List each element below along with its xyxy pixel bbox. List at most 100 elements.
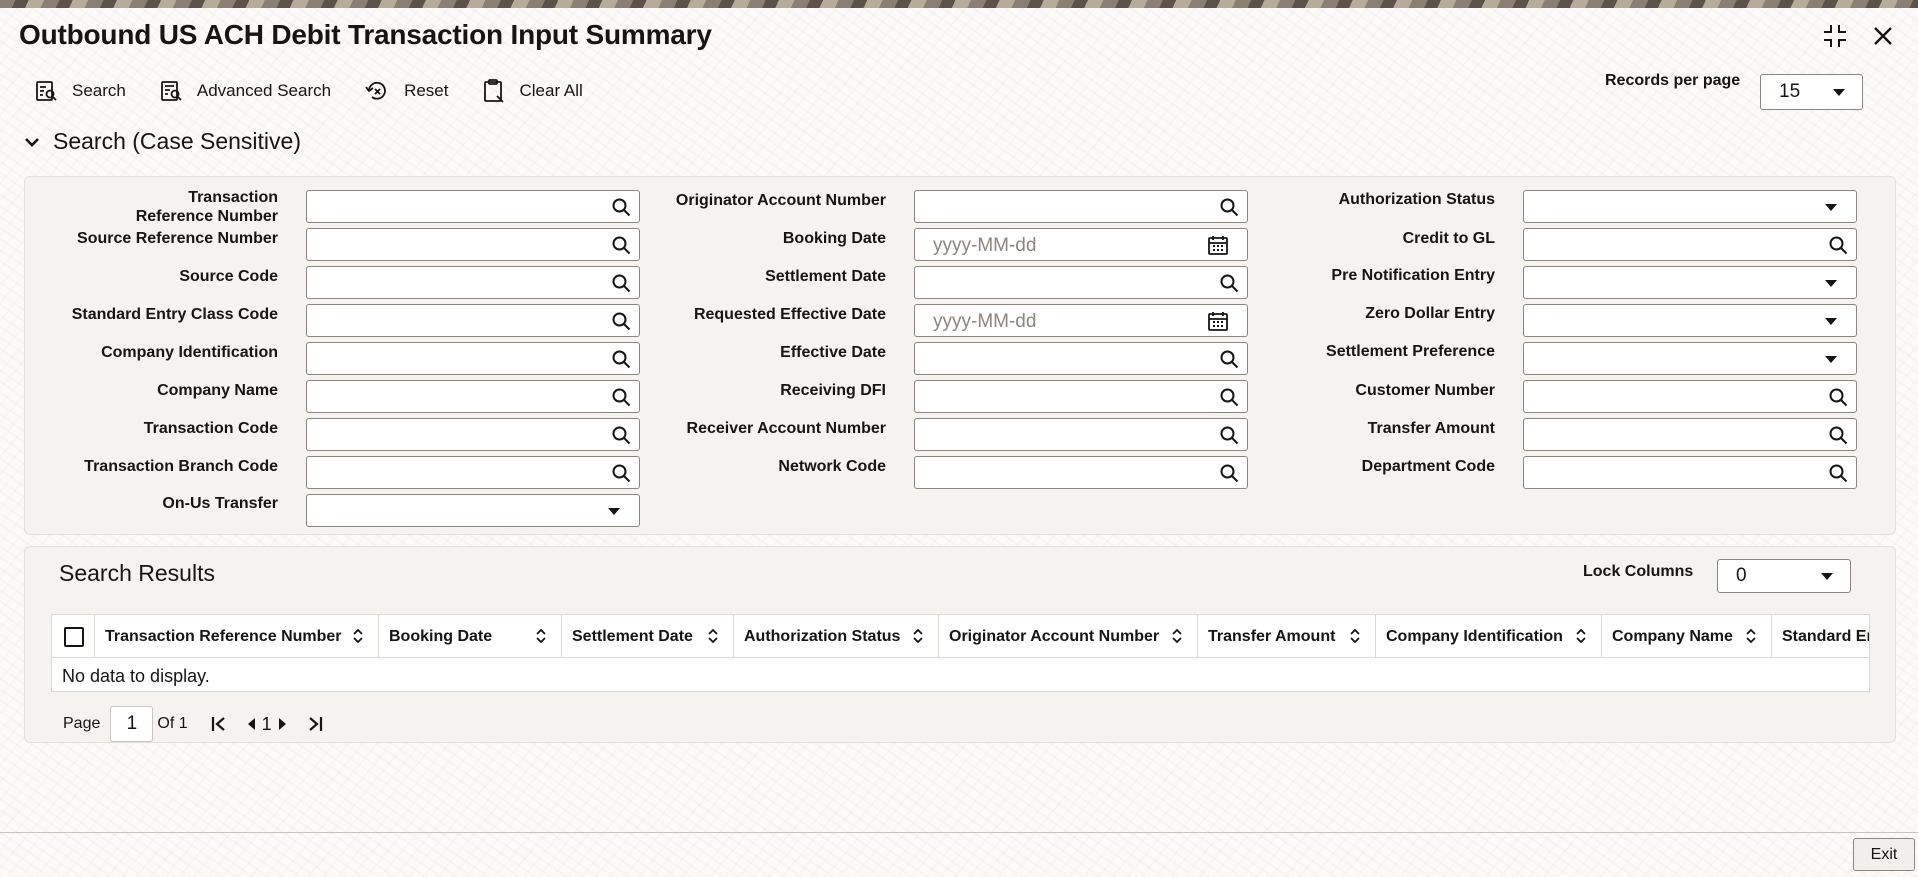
search-icon[interactable] xyxy=(611,311,631,336)
lock-columns-select[interactable]: 0 xyxy=(1717,559,1851,593)
search-icon[interactable] xyxy=(1219,387,1239,412)
originator-account-number-input[interactable] xyxy=(914,190,1248,223)
sort-icon[interactable] xyxy=(1575,628,1587,649)
search-icon[interactable] xyxy=(611,463,631,488)
sort-icon[interactable] xyxy=(1171,628,1183,649)
receiving-dfi-input[interactable] xyxy=(914,380,1248,413)
advanced-search-icon xyxy=(160,81,182,101)
search-icon[interactable] xyxy=(611,425,631,450)
standard-entry-class-code-input[interactable] xyxy=(306,304,640,337)
search-icon[interactable] xyxy=(1828,425,1848,450)
settlement-date-input[interactable] xyxy=(914,266,1248,299)
chevron-down-icon xyxy=(1825,280,1837,287)
search-icon[interactable] xyxy=(1828,235,1848,260)
close-icon[interactable] xyxy=(1868,20,1898,52)
company-identification-label: Company Identification xyxy=(101,344,278,361)
zero-dollar-entry-select[interactable] xyxy=(1523,304,1857,337)
current-page[interactable]: 1 xyxy=(262,714,272,735)
company-identification-input[interactable] xyxy=(306,342,640,375)
search-button[interactable]: Search xyxy=(34,76,126,106)
pre-notification-entry-label: Pre Notification Entry xyxy=(1331,267,1495,284)
search-icon[interactable] xyxy=(1219,349,1239,374)
settlement-date-label: Settlement Date xyxy=(765,268,886,285)
credit-to-gl-input[interactable] xyxy=(1523,228,1857,261)
sort-icon[interactable] xyxy=(1349,628,1361,649)
search-icon[interactable] xyxy=(1219,425,1239,450)
search-section-toggle[interactable]: Search (Case Sensitive) xyxy=(24,128,301,155)
column-header-company-identification[interactable]: Company Identification xyxy=(1376,615,1602,658)
records-per-page-value: 15 xyxy=(1779,81,1801,102)
network-code-input[interactable] xyxy=(914,456,1248,489)
previous-page-icon[interactable] xyxy=(246,717,256,731)
requested-effective-date-date-input[interactable]: yyyy-MM-dd xyxy=(914,304,1248,337)
reset-button[interactable]: Reset xyxy=(364,76,449,106)
authorization-status-label: Authorization Status xyxy=(1338,191,1495,208)
pre-notification-entry-select[interactable] xyxy=(1523,266,1857,299)
on-us-transfer-select[interactable] xyxy=(306,494,640,527)
search-icon[interactable] xyxy=(1219,197,1239,222)
exit-button[interactable]: Exit xyxy=(1853,838,1915,871)
transaction-branch-code-input[interactable] xyxy=(306,456,640,489)
column-header-company-name[interactable]: Company Name xyxy=(1602,615,1772,658)
receiver-account-number-input[interactable] xyxy=(914,418,1248,451)
search-results-title: Search Results xyxy=(59,560,215,586)
minimize-icon[interactable] xyxy=(1820,20,1850,52)
company-name-label: Company Name xyxy=(157,382,278,399)
sort-icon[interactable] xyxy=(707,628,719,649)
column-header-standard-ent[interactable]: Standard Ent xyxy=(1772,615,1869,658)
column-header-label: Booking Date xyxy=(389,627,493,645)
sort-icon[interactable] xyxy=(1745,628,1757,649)
effective-date-input[interactable] xyxy=(914,342,1248,375)
clear-all-button[interactable]: Clear All xyxy=(482,76,583,106)
search-icon[interactable] xyxy=(611,387,631,412)
records-per-page-select[interactable]: 15 xyxy=(1760,74,1863,110)
sort-icon[interactable] xyxy=(535,628,547,649)
search-icon[interactable] xyxy=(611,235,631,260)
transaction-reference-number-input[interactable] xyxy=(306,190,640,223)
authorization-status-select[interactable] xyxy=(1523,190,1857,223)
source-code-input[interactable] xyxy=(306,266,640,299)
transaction-reference-number-label: Transaction Reference Number xyxy=(135,189,278,225)
column-header-transaction-reference-number[interactable]: Transaction Reference Number xyxy=(95,615,379,658)
company-name-input[interactable] xyxy=(306,380,640,413)
settlement-preference-label: Settlement Preference xyxy=(1326,343,1495,360)
search-icon[interactable] xyxy=(1828,387,1848,412)
column-header-label: Transaction Reference Number xyxy=(105,627,342,645)
search-icon[interactable] xyxy=(611,273,631,298)
booking-date-date-input[interactable]: yyyy-MM-dd xyxy=(914,228,1248,261)
first-page-icon[interactable] xyxy=(210,715,228,733)
customer-number-input[interactable] xyxy=(1523,380,1857,413)
page-number-input[interactable]: 1 xyxy=(110,706,154,742)
advanced-search-button[interactable]: Advanced Search xyxy=(159,76,331,106)
sort-icon[interactable] xyxy=(912,628,924,649)
settlement-preference-select[interactable] xyxy=(1523,342,1857,375)
column-header-settlement-date[interactable]: Settlement Date xyxy=(562,615,734,658)
last-page-icon[interactable] xyxy=(306,715,324,733)
sort-icon[interactable] xyxy=(352,628,364,649)
search-icon[interactable] xyxy=(1219,463,1239,488)
search-icon[interactable] xyxy=(1219,273,1239,298)
column-header-transfer-amount[interactable]: Transfer Amount xyxy=(1198,615,1376,658)
advanced-search-label: Advanced Search xyxy=(196,81,332,100)
calendar-icon[interactable] xyxy=(1207,234,1229,261)
transaction-code-input[interactable] xyxy=(306,418,640,451)
search-icon[interactable] xyxy=(611,197,631,222)
column-header-label: Company Name xyxy=(1612,627,1733,645)
select-all-checkbox[interactable] xyxy=(64,627,84,647)
search-icon[interactable] xyxy=(611,349,631,374)
page-number-value: 1 xyxy=(126,713,138,734)
search-list-icon xyxy=(36,81,57,101)
column-header-booking-date[interactable]: Booking Date xyxy=(379,615,562,658)
column-header-label: Standard Ent xyxy=(1782,627,1869,645)
calendar-icon[interactable] xyxy=(1207,310,1229,337)
department-code-input[interactable] xyxy=(1523,456,1857,489)
lock-columns-value: 0 xyxy=(1736,565,1747,586)
source-reference-number-input[interactable] xyxy=(306,228,640,261)
column-header-originator-account-number[interactable]: Originator Account Number xyxy=(939,615,1198,658)
search-section-title: Search (Case Sensitive) xyxy=(53,128,301,154)
next-page-icon[interactable] xyxy=(278,717,288,731)
search-icon[interactable] xyxy=(1828,463,1848,488)
column-header-authorization-status[interactable]: Authorization Status xyxy=(734,615,939,658)
transfer-amount-input[interactable] xyxy=(1523,418,1857,451)
empty-message: No data to display. xyxy=(62,666,210,686)
